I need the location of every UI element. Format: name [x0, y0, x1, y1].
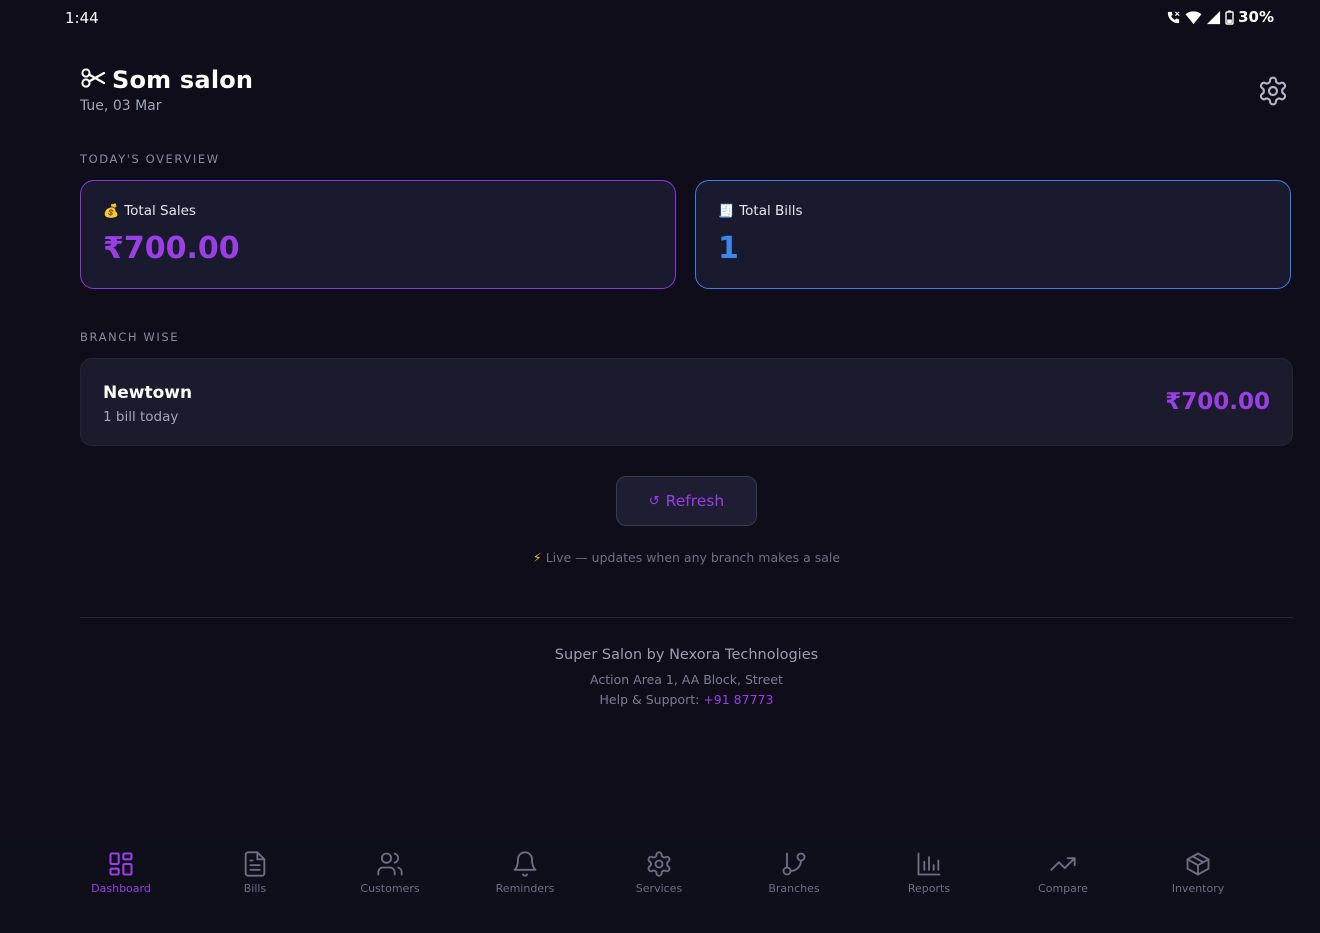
- receipt-icon: 🧾: [718, 203, 735, 219]
- live-note: ⚡ Live — updates when any branch makes a…: [0, 550, 1320, 565]
- total-bills-label: Total Bills: [739, 203, 803, 219]
- help-label: Help & Support:: [599, 692, 704, 707]
- total-sales-card: 💰 Total Sales ₹700.00: [80, 180, 676, 289]
- footer-address: Action Area 1, AA Block, Street: [590, 672, 783, 687]
- divider: [80, 617, 1293, 618]
- signal-icon: [1206, 10, 1221, 25]
- refresh-label: Refresh: [665, 492, 725, 510]
- status-icons: 30%: [1166, 8, 1274, 26]
- app-header: Som salon Tue, 03 Mar: [80, 66, 253, 114]
- scissors-icon: [80, 67, 106, 93]
- live-note-text: Live — updates when any branch makes a s…: [545, 550, 841, 565]
- branch-card-newtown[interactable]: Newtown 1 bill today ₹700.00: [80, 358, 1293, 446]
- overview-section-label: TODAY'S OVERVIEW: [80, 152, 220, 166]
- nav-inventory[interactable]: Inventory: [1138, 850, 1258, 895]
- battery-percent: 30%: [1238, 8, 1274, 26]
- call-icon: [1166, 10, 1181, 25]
- battery-icon: [1225, 10, 1234, 25]
- bills-icon: [244, 851, 266, 877]
- wifi-icon: [1185, 10, 1202, 25]
- nav-reports[interactable]: Reports: [869, 850, 989, 895]
- box-icon: [1186, 852, 1210, 876]
- total-bills-card: 🧾 Total Bills 1: [695, 180, 1291, 289]
- bottom-nav: Dashboard Bills Customers Reminders Serv…: [0, 840, 1320, 933]
- nav-customers[interactable]: Customers: [330, 850, 450, 895]
- support-phone-link[interactable]: +91 87773: [703, 692, 773, 707]
- nav-services[interactable]: Services: [599, 850, 719, 895]
- current-date: Tue, 03 Mar: [80, 98, 162, 114]
- branch-amount: ₹700.00: [1165, 389, 1270, 415]
- gear-icon: [647, 851, 671, 877]
- status-bar: 1:44 30%: [0, 0, 1320, 36]
- branch-bill-count: 1 bill today: [103, 409, 179, 425]
- nav-bills[interactable]: Bills: [195, 850, 315, 895]
- branch-name: Newtown: [103, 383, 193, 403]
- total-sales-label: Total Sales: [124, 203, 196, 219]
- branch-section-label: BRANCH WISE: [80, 330, 180, 344]
- refresh-button[interactable]: ↺ Refresh: [616, 476, 757, 526]
- nav-reminders[interactable]: Reminders: [465, 850, 585, 895]
- footer-help: Help & Support: +91 87773: [0, 692, 1320, 707]
- gear-icon: [1259, 76, 1287, 106]
- bell-icon: [513, 851, 537, 877]
- settings-button[interactable]: [1257, 75, 1289, 107]
- trend-icon: [1050, 857, 1076, 871]
- customers-icon: [377, 852, 403, 876]
- nav-branches[interactable]: Branches: [734, 850, 854, 895]
- lightning-icon: ⚡: [532, 550, 542, 565]
- dashboard-icon: [109, 852, 133, 876]
- bar-chart-icon: [917, 852, 941, 876]
- page-title: Som salon: [112, 66, 254, 94]
- total-bills-value: 1: [718, 231, 739, 266]
- total-sales-value: ₹700.00: [103, 231, 240, 266]
- footer-company: Super Salon by Nexora Technologies: [554, 647, 819, 663]
- status-time: 1:44: [65, 9, 99, 27]
- money-bag-icon: 💰: [103, 203, 120, 219]
- branch-icon: [782, 852, 806, 876]
- nav-dashboard[interactable]: Dashboard: [61, 850, 181, 895]
- nav-compare[interactable]: Compare: [1003, 850, 1123, 895]
- refresh-icon: ↺: [648, 493, 660, 509]
